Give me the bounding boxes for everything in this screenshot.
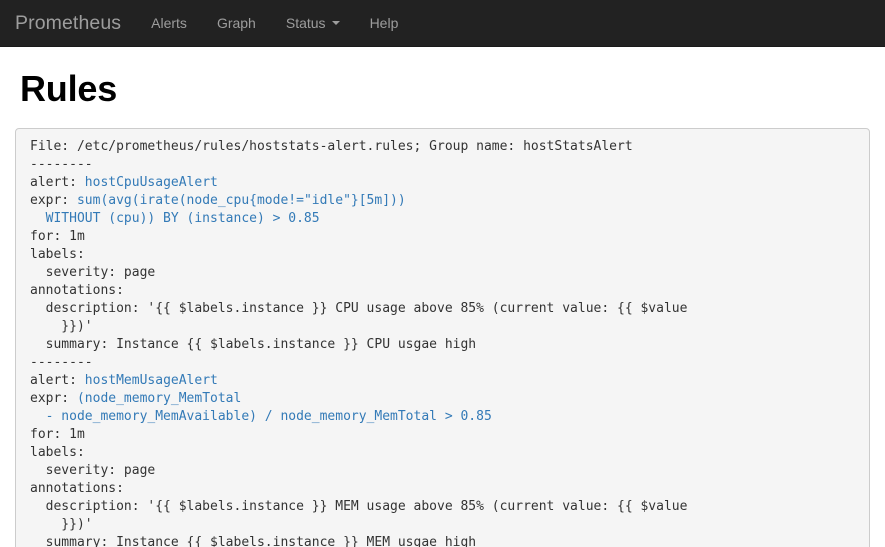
alert-line-mem: alert: hostMemUsageAlert: [30, 372, 855, 390]
for-line-mem: for: 1m: [30, 426, 855, 444]
nav-link-graph[interactable]: Graph: [202, 0, 271, 47]
description-line-mem-1: description: '{{ $labels.instance }} MEM…: [30, 498, 855, 516]
nav-link-help[interactable]: Help: [355, 0, 414, 47]
alert-label-mem: alert:: [30, 373, 85, 388]
summary-line-mem: summary: Instance {{ $labels.instance }}…: [30, 534, 855, 547]
nav-item-graph: Graph: [202, 0, 271, 47]
nav-link-alerts[interactable]: Alerts: [136, 0, 202, 47]
expr-link-cpu-2[interactable]: WITHOUT (cpu)) BY (instance) > 0.85: [30, 211, 320, 226]
annotations-line-cpu: annotations:: [30, 282, 855, 300]
expr-label-mem: expr:: [30, 391, 77, 406]
description-line-cpu-1: description: '{{ $labels.instance }} CPU…: [30, 300, 855, 318]
expr-link-mem-2[interactable]: - node_memory_MemAvailable) / node_memor…: [30, 409, 492, 424]
rules-separator-2: --------: [30, 354, 855, 372]
expr-link-cpu-1[interactable]: sum(avg(irate(node_cpu{mode!="idle"}[5m]…: [77, 193, 406, 208]
alert-line-cpu: alert: hostCpuUsageAlert: [30, 174, 855, 192]
rules-file-line: File: /etc/prometheus/rules/hoststats-al…: [30, 138, 855, 156]
page-title: Rules: [20, 69, 870, 109]
chevron-down-icon: [332, 21, 340, 25]
navbar-menu: Alerts Graph Status Help: [136, 0, 413, 47]
nav-item-help: Help: [355, 0, 414, 47]
expr-line-cpu-2: WITHOUT (cpu)) BY (instance) > 0.85: [30, 210, 855, 228]
severity-line-mem: severity: page: [30, 462, 855, 480]
nav-link-status[interactable]: Status: [271, 0, 355, 47]
nav-label-alerts: Alerts: [151, 15, 187, 31]
rules-panel: File: /etc/prometheus/rules/hoststats-al…: [15, 128, 870, 547]
labels-line-mem: labels:: [30, 444, 855, 462]
for-line-cpu: for: 1m: [30, 228, 855, 246]
nav-label-status: Status: [286, 15, 326, 31]
page-container: Rules File: /etc/prometheus/rules/hostst…: [0, 69, 885, 547]
description-line-mem-2: }})': [30, 516, 855, 534]
alert-label-cpu: alert:: [30, 175, 85, 190]
nav-item-alerts: Alerts: [136, 0, 202, 47]
brand-link[interactable]: Prometheus: [15, 13, 136, 33]
description-line-cpu-2: }})': [30, 318, 855, 336]
expr-label-cpu: expr:: [30, 193, 77, 208]
rules-separator-1: --------: [30, 156, 855, 174]
nav-label-help: Help: [370, 15, 399, 31]
expr-line-mem-2: - node_memory_MemAvailable) / node_memor…: [30, 408, 855, 426]
labels-line-cpu: labels:: [30, 246, 855, 264]
rules-code-block: File: /etc/prometheus/rules/hoststats-al…: [30, 138, 855, 547]
severity-line-cpu: severity: page: [30, 264, 855, 282]
summary-line-cpu: summary: Instance {{ $labels.instance }}…: [30, 336, 855, 354]
expr-line-mem-1: expr: (node_memory_MemTotal: [30, 390, 855, 408]
expr-link-mem-1[interactable]: (node_memory_MemTotal: [77, 391, 241, 406]
main-navbar: Prometheus Alerts Graph Status Help: [0, 0, 885, 47]
alert-name-link-mem[interactable]: hostMemUsageAlert: [85, 373, 218, 388]
alert-name-link-cpu[interactable]: hostCpuUsageAlert: [85, 175, 218, 190]
annotations-line-mem: annotations:: [30, 480, 855, 498]
nav-label-graph: Graph: [217, 15, 256, 31]
expr-line-cpu-1: expr: sum(avg(irate(node_cpu{mode!="idle…: [30, 192, 855, 210]
nav-item-status: Status: [271, 0, 355, 47]
